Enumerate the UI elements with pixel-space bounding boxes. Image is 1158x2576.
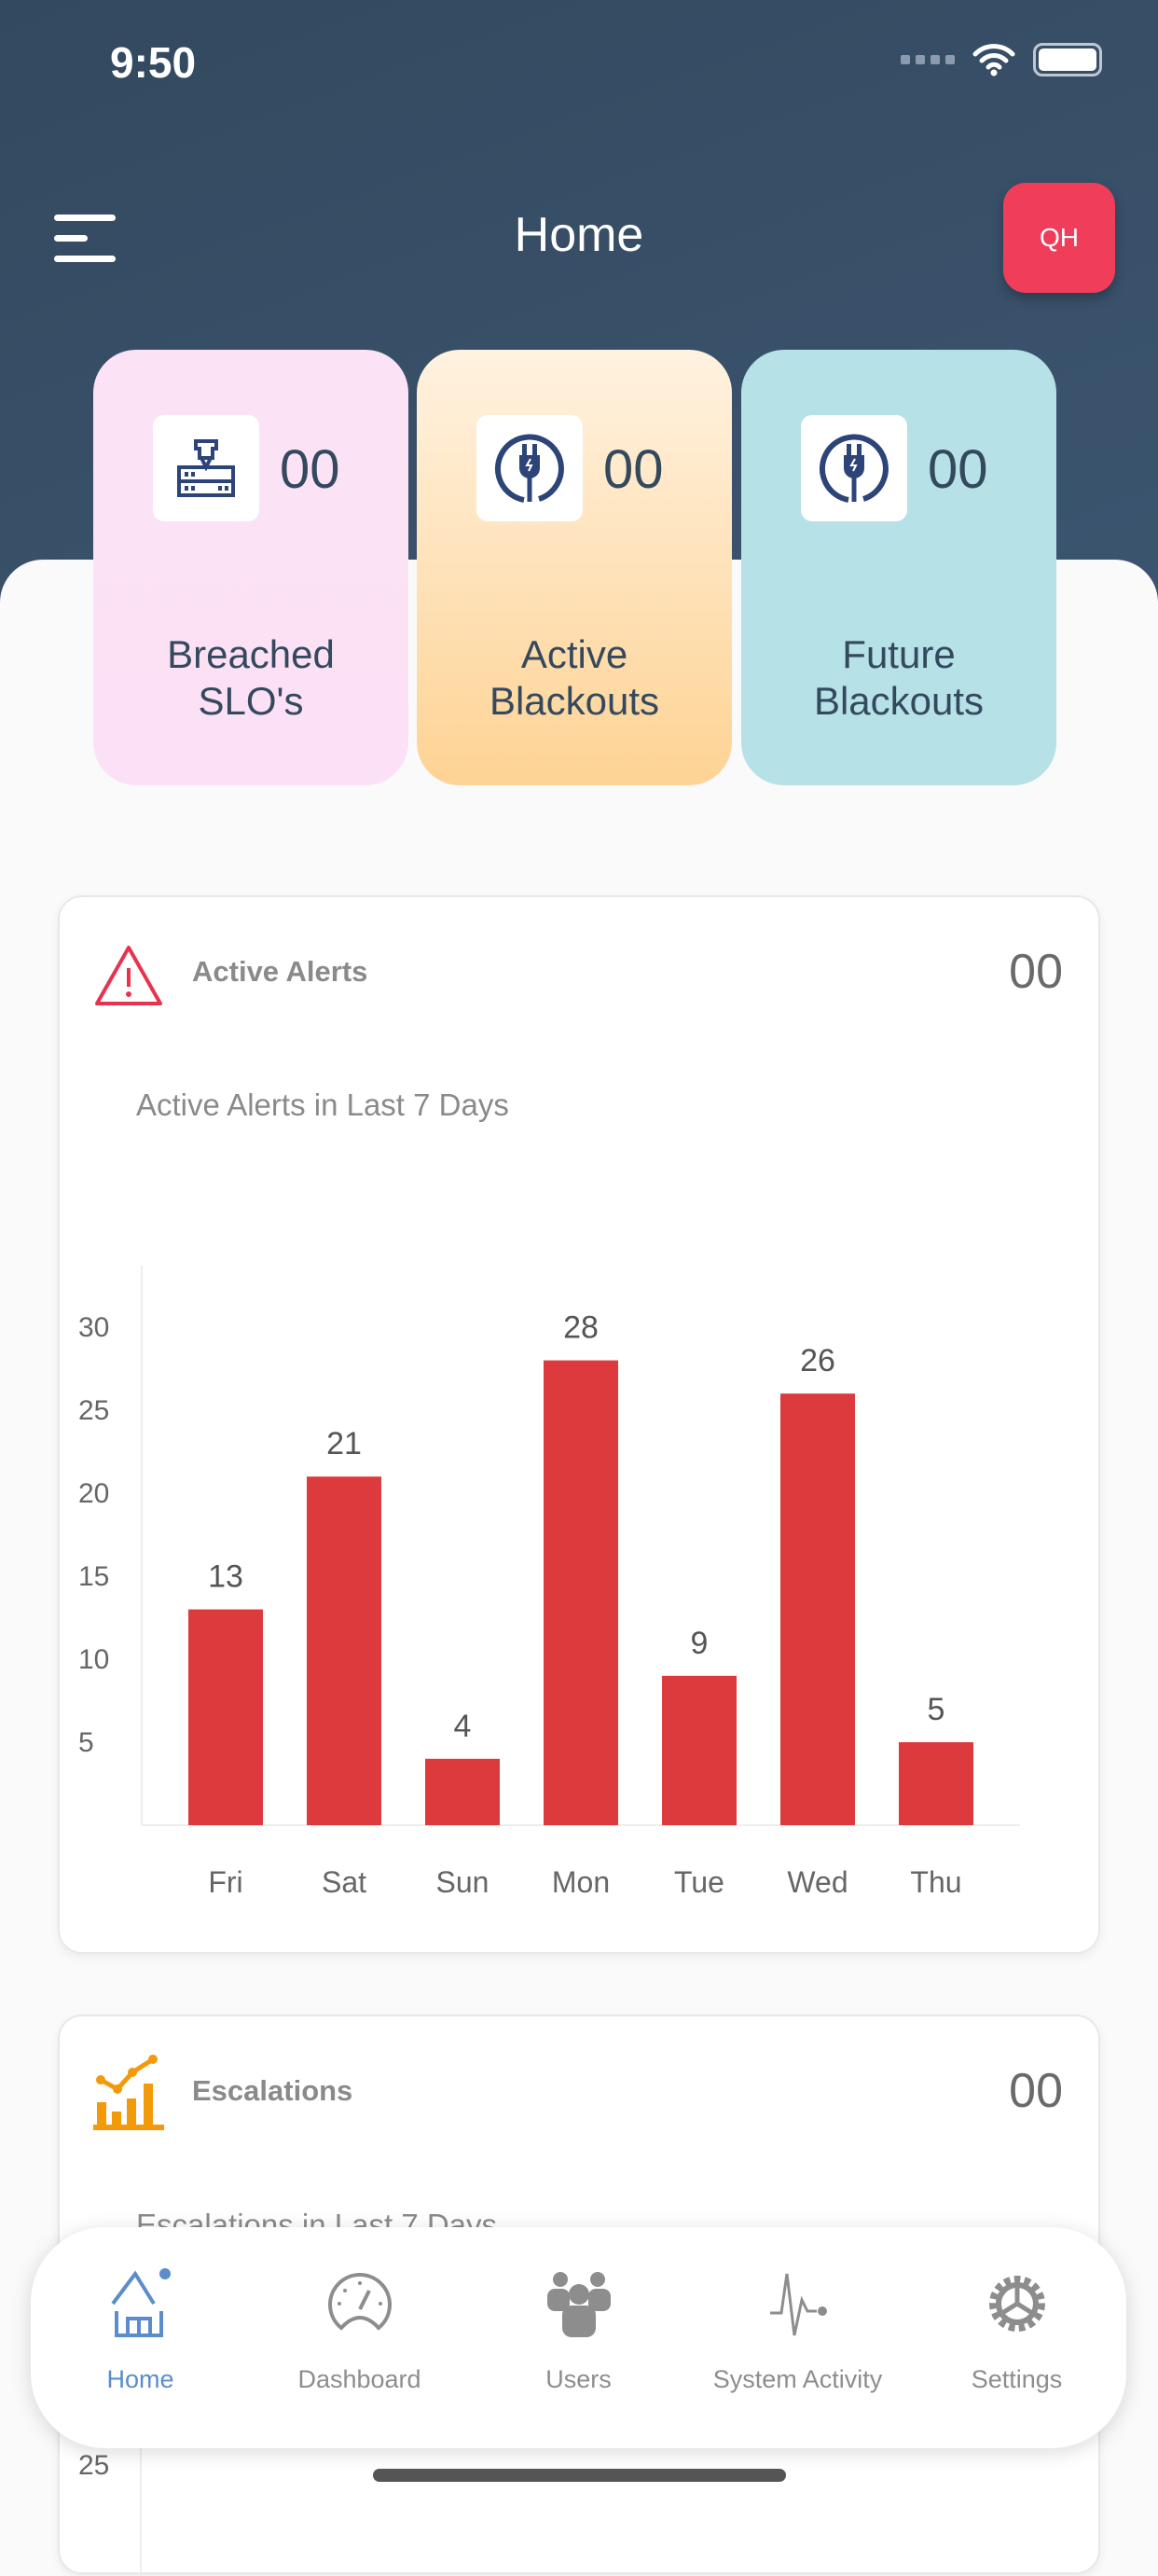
stat-label: Active Blackouts (489, 632, 660, 723)
power-plug-icon (476, 415, 583, 521)
bar-sat (307, 1476, 381, 1825)
page-title: Home (514, 208, 644, 262)
y-tick: 25 (78, 2450, 110, 2481)
data-label: 4 (454, 1709, 472, 1744)
stat-value: 00 (928, 439, 988, 500)
bar-mon (544, 1360, 618, 1825)
bar-tue (662, 1675, 737, 1825)
bar-fri (188, 1609, 263, 1825)
battery-icon (1033, 43, 1102, 76)
stat-card-active-blackouts[interactable]: 00 Active Blackouts (417, 350, 732, 785)
tab-system-activity[interactable]: System Activity (688, 2227, 907, 2448)
stat-value: 00 (280, 439, 340, 500)
gear-icon (988, 2276, 1045, 2332)
growth-chart-icon (93, 2055, 164, 2130)
y-axis (140, 2436, 142, 2576)
data-label: 5 (928, 1692, 945, 1727)
y-tick-label: 25 (78, 1395, 109, 1426)
status-time: 9:50 (110, 38, 197, 87)
tab-settings[interactable]: Settings (907, 2227, 1126, 2448)
bar-thu (899, 1742, 973, 1825)
data-label: 13 (208, 1559, 243, 1595)
y-tick-label: 5 (78, 1727, 94, 1758)
home-indicator (373, 2469, 786, 2482)
y-tick-label: 30 (78, 1312, 109, 1343)
status-icons (901, 43, 1102, 76)
stat-value: 00 (603, 439, 664, 500)
x-tick-label: Mon (552, 1865, 610, 1899)
bar-wed (780, 1393, 855, 1825)
tab-home[interactable]: Home (31, 2227, 250, 2448)
stat-card-future-blackouts[interactable]: 00 Future Blackouts (741, 350, 1056, 785)
x-tick-label: Sat (322, 1865, 366, 1899)
alerts-bar-chart: 5 10 15 20 25 30 13 Fri 21 Sat 4 Sun 28 Mon 9 Tue 26 Wed 5… (78, 1266, 1020, 1899)
users-icon (546, 2272, 611, 2337)
home-icon (110, 2268, 171, 2337)
x-tick-label: Wed (787, 1865, 848, 1899)
activity-pulse-icon (769, 2273, 827, 2336)
tab-users[interactable]: Users (469, 2227, 688, 2448)
x-tick-label: Sun (436, 1865, 489, 1899)
data-label: 26 (800, 1343, 835, 1378)
card-count: 00 (1009, 2064, 1063, 2118)
y-tick-label: 10 (78, 1644, 109, 1675)
x-tick-label: Tue (674, 1865, 724, 1899)
speedometer-icon (327, 2273, 392, 2331)
stat-label: Breached SLO's (167, 632, 335, 723)
x-tick-label: Thu (910, 1865, 961, 1899)
tab-dashboard[interactable]: Dashboard (250, 2227, 469, 2448)
x-tick-label: Fri (208, 1865, 242, 1899)
active-alerts-card[interactable]: Active Alerts 00 Active Alerts in Last 7… (58, 895, 1100, 1954)
power-plug-icon (801, 415, 907, 521)
avatar-button[interactable]: QH (1003, 183, 1115, 293)
data-label: 28 (563, 1310, 599, 1346)
stat-card-breached-slos[interactable]: 00 Breached SLO's (93, 350, 408, 785)
data-label: 21 (326, 1426, 362, 1461)
y-tick-label: 15 (78, 1561, 109, 1592)
card-title: Escalations (192, 2074, 353, 2107)
y-tick-label: 20 (78, 1478, 109, 1509)
server-award-icon (153, 415, 259, 521)
bar-sun (425, 1758, 500, 1825)
signal-icon (901, 55, 955, 64)
bottom-tab-bar: Home Dashboard Users System Activity Set… (31, 2227, 1126, 2448)
wifi-icon (972, 44, 1015, 76)
stat-label: Future Blackouts (813, 632, 985, 723)
data-label: 9 (691, 1626, 709, 1661)
